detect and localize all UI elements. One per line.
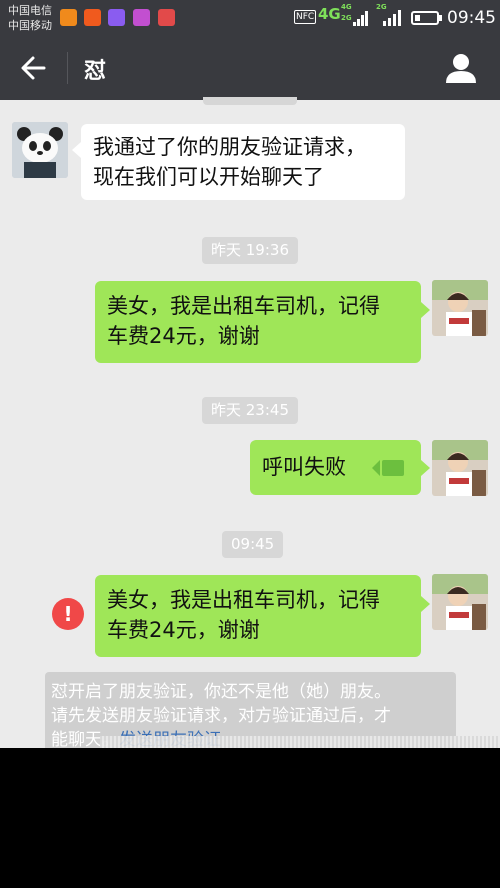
black-letterbox bbox=[0, 748, 500, 888]
message-line: 车费24元，谢谢 bbox=[107, 618, 260, 642]
bubble-tail bbox=[421, 596, 430, 612]
message-line: 现在我们可以开始聊天了 bbox=[93, 165, 324, 189]
nfc-icon: NFC bbox=[294, 10, 317, 24]
timestamp: 09:45 bbox=[222, 531, 284, 558]
resend-error-icon[interactable]: ! bbox=[52, 598, 84, 630]
avatar[interactable] bbox=[432, 280, 488, 336]
carrier-1-label: 中国电信 bbox=[8, 4, 52, 17]
avatar[interactable] bbox=[12, 122, 68, 178]
status-bar: 中国电信 中国移动 NFC 4G 4G 2G 2G 09:45 bbox=[0, 0, 500, 36]
battery-tip bbox=[439, 15, 442, 21]
game-icon bbox=[158, 9, 175, 26]
dither-overlay bbox=[100, 736, 500, 748]
panda-avatar-image bbox=[12, 122, 68, 178]
outgoing-message[interactable]: 美女，我是出租车司机，记得 车费24元，谢谢 bbox=[95, 281, 421, 363]
message-text: 呼叫失败 bbox=[262, 455, 346, 479]
taobao-icon bbox=[60, 9, 77, 26]
battery-icon bbox=[411, 11, 439, 25]
previous-timestamp bbox=[203, 97, 297, 105]
game-icon bbox=[108, 9, 125, 26]
status-time: 09:45 bbox=[447, 8, 496, 28]
taobao-icon bbox=[84, 9, 101, 26]
signal-icon bbox=[383, 10, 401, 26]
message-line: 车费24元，谢谢 bbox=[107, 324, 260, 348]
child-avatar-image bbox=[432, 440, 488, 496]
bubble-tail bbox=[421, 460, 430, 476]
carrier-2-label: 中国移动 bbox=[8, 19, 52, 32]
notice-line: 怼开启了朋友验证，你还不是他（她）朋友。 bbox=[51, 682, 391, 702]
app-icon bbox=[133, 9, 150, 26]
call-failed-message[interactable]: 呼叫失败 bbox=[250, 440, 421, 495]
child-avatar-image bbox=[432, 574, 488, 630]
message-line: 美女，我是出租车司机，记得 bbox=[107, 588, 380, 612]
network-mini-label: 2G bbox=[341, 14, 352, 22]
arrow-left-icon bbox=[21, 56, 46, 80]
back-button[interactable] bbox=[14, 50, 50, 86]
video-call-icon bbox=[372, 460, 404, 476]
page-title: 怼 bbox=[84, 59, 107, 84]
bubble-tail bbox=[72, 142, 81, 158]
bubble-tail bbox=[421, 302, 430, 318]
chat-header: 怼 bbox=[0, 36, 500, 100]
chat-screen: 中国电信 中国移动 NFC 4G 4G 2G 2G 09:45 怼 我通过了你的… bbox=[0, 0, 500, 748]
network-mini-label: 4G bbox=[341, 3, 352, 11]
child-avatar-image bbox=[432, 280, 488, 336]
signal-icon bbox=[353, 11, 368, 26]
timestamp: 昨天 23:45 bbox=[202, 397, 298, 424]
timestamp: 昨天 19:36 bbox=[202, 237, 298, 264]
notice-line: 请先发送朋友验证请求，对方验证通过后，才 bbox=[51, 706, 391, 726]
outgoing-message[interactable]: 美女，我是出租车司机，记得 车费24元，谢谢 bbox=[95, 575, 421, 657]
avatar[interactable] bbox=[432, 440, 488, 496]
network-4g-label: 4G bbox=[318, 5, 341, 23]
title-divider bbox=[67, 52, 68, 84]
chat-info-button[interactable] bbox=[442, 49, 480, 87]
avatar[interactable] bbox=[432, 574, 488, 630]
incoming-message[interactable]: 我通过了你的朋友验证请求， 现在我们可以开始聊天了 bbox=[81, 124, 405, 200]
message-line: 美女，我是出租车司机，记得 bbox=[107, 294, 380, 318]
person-icon bbox=[446, 54, 476, 83]
message-line: 我通过了你的朋友验证请求， bbox=[93, 135, 366, 159]
